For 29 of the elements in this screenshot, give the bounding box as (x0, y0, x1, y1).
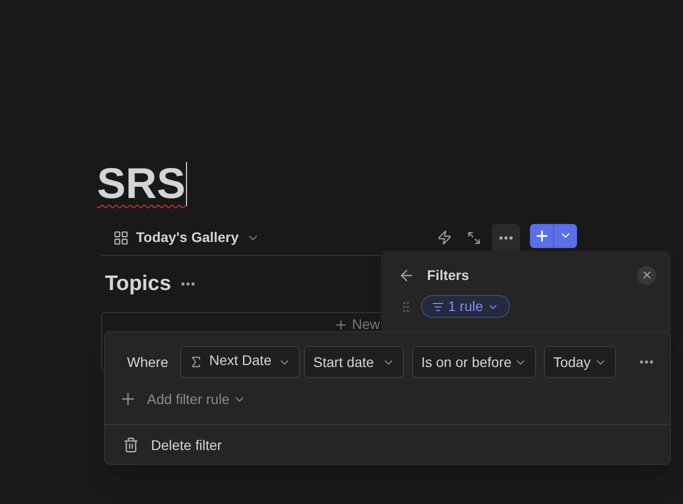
plus-icon (334, 318, 348, 332)
more-icon (181, 282, 196, 286)
more-icon[interactable] (639, 360, 654, 364)
condition-select[interactable]: Today (544, 346, 616, 378)
panel-title: Filters (427, 266, 470, 284)
condition-select[interactable]: Is on or before (412, 346, 536, 378)
property-select[interactable]: Next Date (180, 346, 300, 378)
close-icon (640, 269, 652, 281)
filter-icon (432, 300, 444, 312)
trash-icon (123, 437, 139, 453)
view-selector[interactable]: Today's Gallery (113, 227, 260, 248)
plus-icon (534, 228, 550, 244)
more-icon (499, 236, 513, 240)
close-button[interactable] (637, 266, 656, 284)
where-label: Where (127, 352, 168, 372)
condition-select[interactable]: Start date (304, 346, 404, 378)
more-button[interactable] (492, 224, 520, 252)
new-button[interactable] (530, 224, 577, 248)
text-cursor (186, 162, 188, 206)
lightning-icon (436, 230, 452, 245)
page-title[interactable]: SRS (97, 158, 186, 210)
expand-icon (467, 230, 481, 244)
add-filter-rule-button[interactable]: Add filter rule (119, 386, 246, 412)
delete-filter-button[interactable]: Delete filter (123, 433, 222, 457)
gallery-icon (113, 230, 129, 246)
new-item-button[interactable]: New (334, 316, 380, 332)
rule-chip[interactable]: 1 rule (421, 295, 510, 318)
plus-icon (119, 390, 137, 408)
section-title: Topics (105, 271, 172, 297)
